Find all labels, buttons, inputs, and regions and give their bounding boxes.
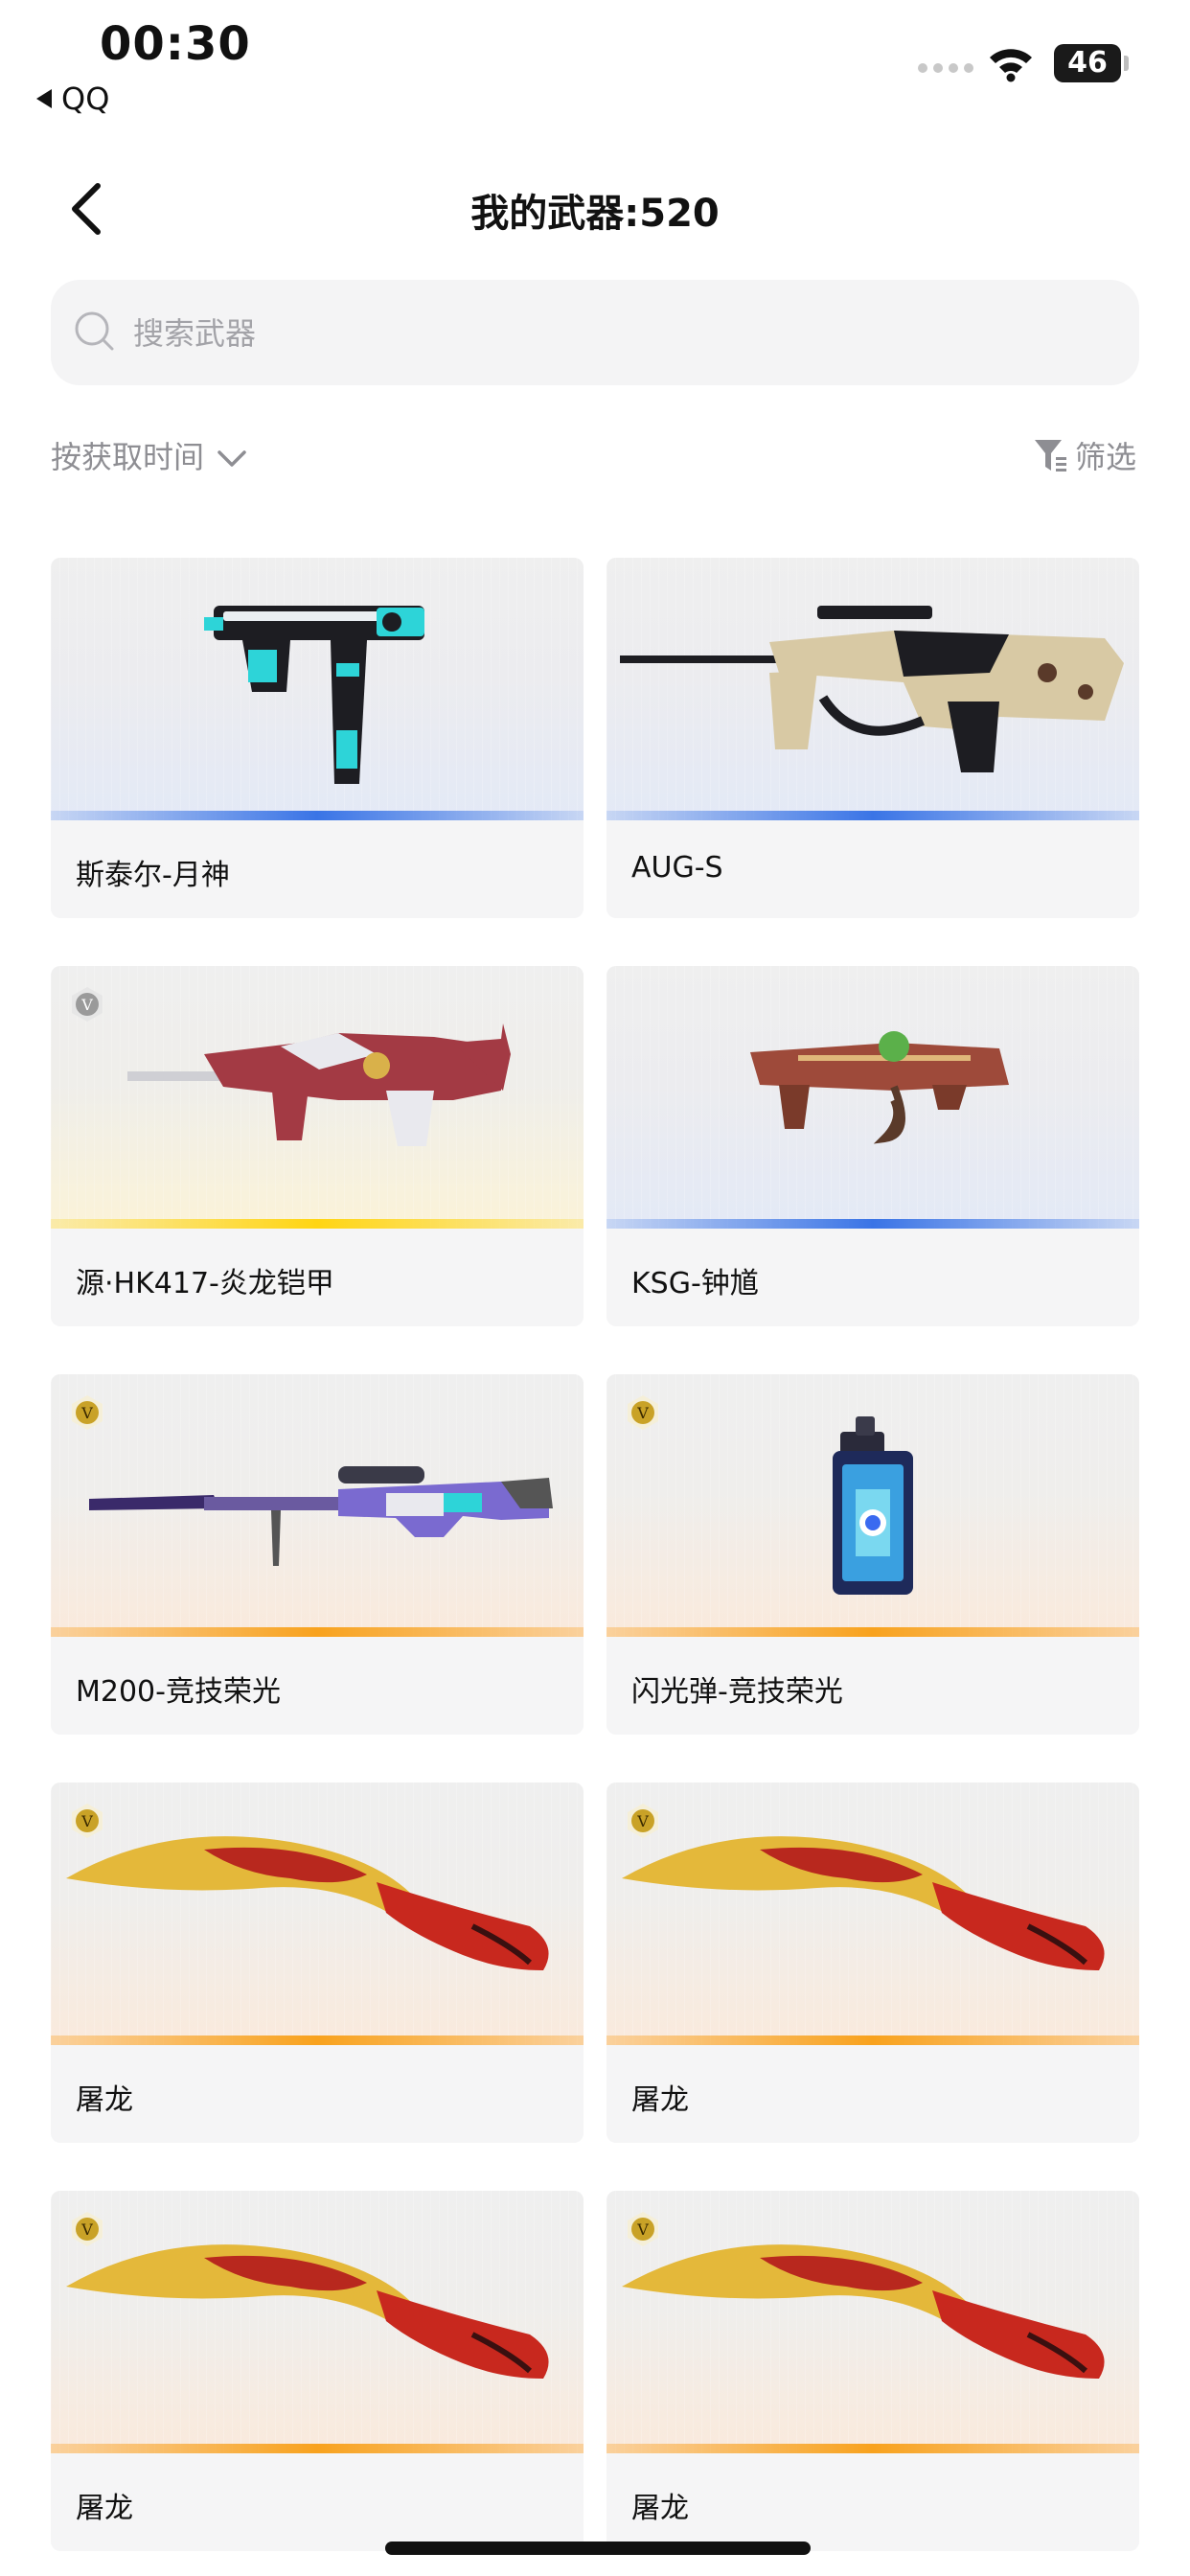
search-bar[interactable] xyxy=(51,280,1139,387)
weapon-card[interactable]: V 屠龙 xyxy=(606,1782,1139,2143)
wifi-icon xyxy=(990,49,1032,82)
flashbang-icon xyxy=(833,1416,913,1595)
search-input[interactable] xyxy=(131,280,1093,387)
kukri-knife-icon xyxy=(622,1836,1105,1970)
rarity-bar-orange xyxy=(51,2444,584,2453)
weapon-name: 屠龙 xyxy=(76,2492,133,2525)
search-icon xyxy=(75,311,114,351)
sort-dropdown[interactable]: 按获取时间 xyxy=(51,433,248,477)
filter-label: 筛选 xyxy=(1075,439,1137,475)
weapon-name: 闪光弹-竞技荣光 xyxy=(631,1675,843,1709)
chevron-down-icon xyxy=(217,450,246,467)
status-bar: 00:30 QQ 46 xyxy=(0,0,1190,125)
rifle-icon xyxy=(127,1024,511,1146)
weapon-image-area xyxy=(51,558,584,820)
weapon-image-area: V xyxy=(51,1782,584,2045)
weapon-name: 屠龙 xyxy=(631,2492,689,2525)
weapon-card[interactable]: V 源·HK417-炎龙铠甲 xyxy=(51,966,584,1326)
weapon-image-area xyxy=(606,966,1139,1229)
weapon-image-area: V xyxy=(51,966,584,1229)
weapon-card[interactable]: V 屠龙 xyxy=(51,2191,584,2551)
smg-icon xyxy=(204,606,424,784)
kukri-knife-icon xyxy=(66,1836,549,1970)
rarity-bar-orange xyxy=(606,2444,1139,2453)
sort-label: 按获取时间 xyxy=(51,439,205,475)
weapon-card[interactable]: 斯泰尔-月神 xyxy=(51,558,584,918)
weapon-image-area: V xyxy=(606,1374,1139,1637)
back-to-app-link[interactable]: QQ xyxy=(36,80,109,117)
weapon-image-area: V xyxy=(606,1782,1139,2045)
shotgun-icon xyxy=(750,1031,1009,1144)
rarity-bar-orange xyxy=(606,2036,1139,2045)
weapon-image-area: V xyxy=(51,1374,584,1637)
weapon-name: 屠龙 xyxy=(76,2083,133,2117)
page-title: 我的武器:520 xyxy=(470,192,720,236)
weapon-card[interactable]: V 屠龙 xyxy=(51,1782,584,2143)
cellular-signal-icon xyxy=(918,63,973,73)
weapon-name: KSG-钟馗 xyxy=(631,1267,759,1300)
battery-tip xyxy=(1124,56,1129,71)
weapon-card[interactable]: KSG-钟馗 xyxy=(606,966,1139,1326)
rarity-bar-blue xyxy=(51,811,584,820)
sniper-rifle-icon xyxy=(89,1466,553,1566)
status-time: 00:30 xyxy=(100,17,251,71)
rifle-icon xyxy=(620,606,1124,772)
weapon-name: 斯泰尔-月神 xyxy=(76,859,230,892)
home-indicator[interactable] xyxy=(385,2542,811,2555)
weapon-name: 源·HK417-炎龙铠甲 xyxy=(76,1267,334,1300)
weapon-image-area xyxy=(606,558,1139,820)
weapon-card[interactable]: V 屠龙 xyxy=(606,2191,1139,2551)
weapon-grid: 斯泰尔-月神 AUG-S V 源·HK417-炎龙铠甲 KSG-钟馗 V M20… xyxy=(51,558,1139,2551)
kukri-knife-icon xyxy=(622,2244,1105,2379)
weapon-image-area: V xyxy=(51,2191,584,2453)
weapon-image-area: V xyxy=(606,2191,1139,2453)
weapon-name: AUG-S xyxy=(631,851,723,885)
filter-icon xyxy=(1035,440,1066,472)
back-app-label: QQ xyxy=(61,80,110,117)
weapon-card[interactable]: AUG-S xyxy=(606,558,1139,918)
rarity-bar-blue xyxy=(606,1219,1139,1229)
filter-button[interactable]: 筛选 xyxy=(1033,433,1136,477)
weapon-name: M200-竞技荣光 xyxy=(76,1675,281,1709)
kukri-knife-icon xyxy=(66,2244,549,2379)
battery-icon: 46 xyxy=(1054,44,1121,82)
weapon-name: 屠龙 xyxy=(631,2083,689,2117)
weapon-card[interactable]: V M200-竞技荣光 xyxy=(51,1374,584,1735)
rarity-bar-blue xyxy=(606,811,1139,820)
rarity-bar-orange xyxy=(51,1627,584,1637)
rarity-bar-orange xyxy=(606,1627,1139,1637)
rarity-bar-orange xyxy=(51,2036,584,2045)
weapon-card[interactable]: V 闪光弹-竞技荣光 xyxy=(606,1374,1139,1735)
rarity-bar-gold xyxy=(51,1219,584,1229)
back-triangle-icon xyxy=(36,89,52,108)
